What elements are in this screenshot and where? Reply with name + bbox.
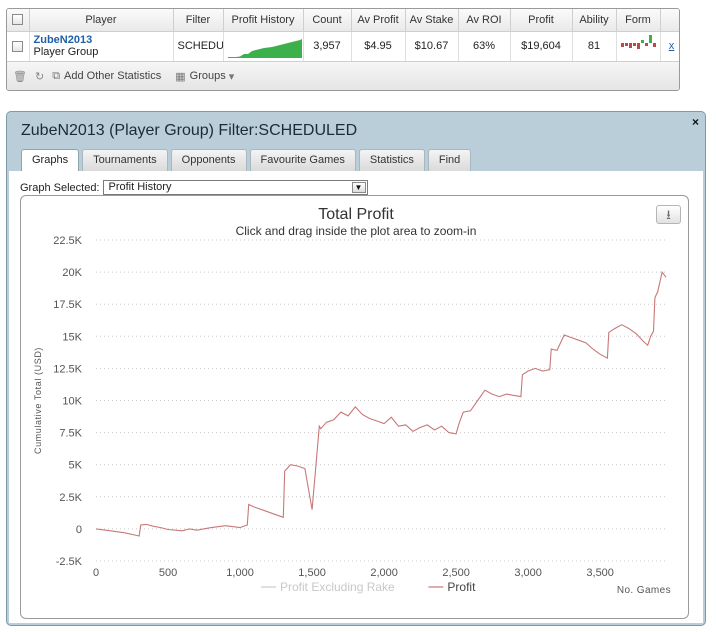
y-tick-label: 15K xyxy=(62,331,82,343)
legend-item-profit-excluding-rake[interactable]: Profit Excluding Rake xyxy=(280,580,395,594)
count-cell: 3,957 xyxy=(303,31,352,62)
panel-tabs: Graphs Tournaments Opponents Favourite G… xyxy=(21,149,474,171)
player-type: Player Group xyxy=(33,46,99,58)
form-bar xyxy=(640,39,644,43)
add-stats-button[interactable]: ⧉ Add Other Statistics xyxy=(52,70,161,83)
chevron-down-icon: ▾ xyxy=(228,70,235,83)
tab-opponents[interactable]: Opponents xyxy=(170,149,247,171)
groups-icon: ▦ xyxy=(175,70,186,83)
x-tick-label: 3,500 xyxy=(586,567,614,579)
tab-graphs[interactable]: Graphs xyxy=(21,149,80,171)
groups-button[interactable]: ▦ Groups ▾ xyxy=(175,70,234,83)
select-all-checkbox[interactable] xyxy=(12,14,24,26)
remove-cell: x xyxy=(660,31,679,62)
x-tick-label: 1,000 xyxy=(226,567,254,579)
player-stats-table: Player Filter Profit History Count Av Pr… xyxy=(6,8,680,91)
sparkline-chart xyxy=(227,38,302,58)
x-tick-label: 500 xyxy=(159,567,177,579)
chart-title: Total Profit xyxy=(318,206,394,223)
form-bar xyxy=(624,42,628,46)
form-bar xyxy=(652,42,656,47)
y-axis-label: Cumulative Total (USD) xyxy=(33,347,43,454)
chart-subtitle: Click and drag inside the plot area to z… xyxy=(236,224,477,238)
graph-select-row: Graph Selected: Profit History ▼ xyxy=(20,180,368,195)
select-all-checkbox-cell xyxy=(7,9,30,32)
x-tick-label: 2,000 xyxy=(370,567,398,579)
graph-select-value: Profit History xyxy=(108,181,172,193)
y-tick-label: 12.5K xyxy=(53,363,82,375)
dropdown-arrow-icon[interactable]: ▼ xyxy=(351,182,366,193)
y-tick-label: 0 xyxy=(76,524,82,536)
table-row[interactable]: ZubeN2013 Player Group SCHEDULED 3,957 $… xyxy=(7,31,679,62)
col-header-filter[interactable]: Filter xyxy=(173,9,224,32)
profit-cell: $19,604 xyxy=(510,31,573,62)
graph-select-label: Graph Selected: xyxy=(20,181,100,194)
col-header-remove xyxy=(660,9,679,32)
profit-chart[interactable]: -2.5K 0 2.5K 5K 7.5K 10K 12.5K 15K 17.5K 20K 22.5K… xyxy=(21,196,688,618)
stats-toolbar: 🗑 ↻ ⧉ Add Other Statistics ▦ Groups ▾ xyxy=(7,61,679,90)
panel-title: ZubeN2013 (Player Group) Filter:SCHEDULE… xyxy=(21,122,358,139)
profit-history-sparkline[interactable] xyxy=(223,31,304,62)
col-header-profit-history[interactable]: Profit History xyxy=(223,9,304,32)
add-stats-label: Add Other Statistics xyxy=(64,70,162,82)
col-header-ability[interactable]: Ability xyxy=(572,9,617,32)
x-tick-label: 0 xyxy=(93,567,99,579)
player-detail-panel: ZubeN2013 (Player Group) Filter:SCHEDULE… xyxy=(6,111,706,626)
tab-statistics[interactable]: Statistics xyxy=(358,149,425,171)
x-tick-label: 3,000 xyxy=(514,567,542,579)
y-tick-label: 17.5K xyxy=(53,299,82,311)
col-header-form[interactable]: Form xyxy=(616,9,661,32)
sparkline-area xyxy=(227,38,302,58)
groups-label: Groups xyxy=(189,70,226,82)
y-tick-label: 20K xyxy=(62,267,82,279)
y-tick-label: 2.5K xyxy=(59,492,82,504)
close-icon[interactable]: × xyxy=(692,115,699,129)
panel-body: Graph Selected: Profit History ▼ -2.5K 0 2… xyxy=(9,171,703,623)
form-chart[interactable] xyxy=(616,31,661,62)
col-header-av-profit[interactable]: Av Profit xyxy=(351,9,406,32)
y-tick-label: -2.5K xyxy=(56,556,83,568)
x-tick-label: 1,500 xyxy=(298,567,326,579)
tab-tournaments[interactable]: Tournaments xyxy=(82,149,168,171)
ability-cell: 81 xyxy=(572,31,617,62)
tab-favourite-games[interactable]: Favourite Games xyxy=(249,149,356,171)
row-checkbox[interactable] xyxy=(12,40,24,52)
player-name-link[interactable]: ZubeN2013 xyxy=(34,34,171,46)
legend-item-profit[interactable]: Profit xyxy=(447,580,476,594)
y-tick-label: 22.5K xyxy=(53,235,82,247)
col-header-av-roi[interactable]: Av ROI xyxy=(458,9,511,32)
av-profit-cell: $4.95 xyxy=(351,31,406,62)
form-bar xyxy=(636,42,640,49)
x-axis-label: No. Games xyxy=(617,585,671,596)
filter-cell: SCHEDULED xyxy=(173,31,224,62)
download-icon[interactable]: ⭳ xyxy=(656,205,681,224)
col-header-av-stake[interactable]: Av Stake xyxy=(405,9,459,32)
trash-icon[interactable]: 🗑 xyxy=(13,70,27,83)
col-header-count[interactable]: Count xyxy=(303,9,352,32)
form-bar xyxy=(644,42,648,46)
y-tick-label: 5K xyxy=(69,460,83,472)
form-bar xyxy=(632,42,636,46)
tab-find[interactable]: Find xyxy=(427,149,472,171)
col-header-profit[interactable]: Profit xyxy=(510,9,573,32)
graph-select-dropdown[interactable]: Profit History ▼ xyxy=(102,180,368,195)
av-stake-cell: $10.67 xyxy=(405,31,459,62)
form-bars xyxy=(620,34,656,49)
x-tick-label: 2,500 xyxy=(442,567,470,579)
col-header-player[interactable]: Player xyxy=(29,9,174,32)
form-bar xyxy=(620,42,624,47)
form-bar xyxy=(648,34,652,43)
add-stats-icon: ⧉ xyxy=(52,69,61,82)
y-tick-label: 10K xyxy=(62,396,82,408)
av-roi-cell: 63% xyxy=(458,31,511,62)
y-tick-label: 7.5K xyxy=(59,428,82,440)
row-checkbox-cell xyxy=(7,31,30,62)
refresh-icon[interactable]: ↻ xyxy=(35,70,44,83)
remove-row-link[interactable]: x xyxy=(669,40,675,52)
player-cell: ZubeN2013 Player Group xyxy=(29,31,174,62)
table-header-row: Player Filter Profit History Count Av Pr… xyxy=(7,9,679,32)
chart-container[interactable]: -2.5K 0 2.5K 5K 7.5K 10K 12.5K 15K 17.5K 20K 22.5K… xyxy=(20,195,689,619)
form-bar xyxy=(628,42,632,48)
